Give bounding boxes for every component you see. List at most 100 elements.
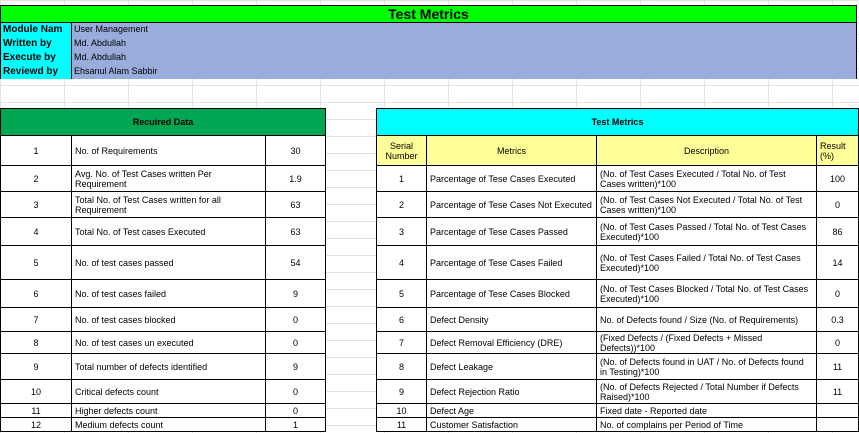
info-row-written-by[interactable]: Written by Md. Abdullah: [0, 37, 857, 51]
cell-metric[interactable]: Defect Leakage: [426, 353, 597, 380]
cell-value[interactable]: 1: [264, 417, 327, 432]
cell-number[interactable]: 1: [0, 135, 72, 166]
table-row: 6 No. of test cases failed 9: [0, 279, 327, 308]
info-row-reviewed-by[interactable]: Reviewd by Ehsanul Alam Sabbir: [0, 65, 857, 79]
cell-number[interactable]: 7: [376, 331, 427, 354]
info-label: Module Nam: [0, 23, 72, 37]
cell-description[interactable]: (No. of Test Cases Not Executed / Total …: [596, 191, 817, 218]
cell-number[interactable]: 8: [0, 331, 72, 354]
cell-number[interactable]: 2: [0, 165, 72, 192]
cell-description[interactable]: (No. of Test Cases Blocked / Total No. o…: [596, 279, 817, 308]
info-label: Written by: [0, 37, 72, 51]
cell-value[interactable]: 0: [264, 307, 327, 332]
cell-number[interactable]: 10: [376, 403, 427, 418]
cell-value[interactable]: 0: [264, 331, 327, 354]
cell-description[interactable]: (No. of Test Cases Executed / Total No. …: [596, 165, 817, 192]
cell-value[interactable]: 0: [264, 379, 327, 404]
cell-metric[interactable]: Parcentage of Tese Cases Passed: [426, 217, 597, 246]
cell-metric[interactable]: Defect Age: [426, 403, 597, 418]
required-data-header[interactable]: Recuired Data: [0, 108, 327, 136]
cell-value[interactable]: 30: [264, 135, 327, 166]
cell-description[interactable]: (Fixed Defects / (Fixed Defects + Missed…: [596, 331, 817, 354]
cell-value[interactable]: 0: [264, 403, 327, 418]
cell-metric[interactable]: Parcentage of Tese Cases Not Executed: [426, 191, 597, 218]
page-title[interactable]: Test Metrics: [0, 5, 857, 23]
cell-number[interactable]: 10: [0, 379, 72, 404]
cell-value[interactable]: 63: [264, 217, 327, 246]
cell-number[interactable]: 5: [0, 245, 72, 280]
cell-number[interactable]: 2: [376, 191, 427, 218]
cell-label[interactable]: No. of test cases un executed: [71, 331, 266, 354]
cell-number[interactable]: 6: [376, 307, 427, 332]
cell-number[interactable]: 4: [0, 217, 72, 246]
cell-metric[interactable]: Defect Removal Efficiency (DRE): [426, 331, 597, 354]
info-row-module[interactable]: Module Nam User Management: [0, 23, 857, 37]
cell-number[interactable]: 6: [0, 279, 72, 308]
cell-label[interactable]: No. of test cases failed: [71, 279, 266, 308]
cell-number[interactable]: 9: [376, 379, 427, 404]
cell-metric[interactable]: Customer Satisfaction: [426, 417, 597, 432]
cell-description[interactable]: (No. of Defects Rejected / Total Number …: [596, 379, 817, 404]
cell-value[interactable]: 1.9: [264, 165, 327, 192]
cell-number[interactable]: 12: [0, 417, 72, 432]
cell-result[interactable]: 0: [815, 191, 859, 218]
cell-metric[interactable]: Parcentage of Tese Cases Executed: [426, 165, 597, 192]
cell-value[interactable]: 54: [264, 245, 327, 280]
cell-description[interactable]: (No. of Defects found in UAT / No. of De…: [596, 353, 817, 380]
cell-metric[interactable]: Parcentage of Tese Cases Failed: [426, 245, 597, 280]
cell-label[interactable]: No. of Requirements: [71, 135, 266, 166]
cell-description[interactable]: No. of complains per Period of Time: [596, 417, 817, 432]
cell-label[interactable]: Higher defects count: [71, 403, 266, 418]
column-header-description[interactable]: Description: [596, 135, 817, 166]
info-value[interactable]: Md. Abdullah: [72, 51, 857, 65]
cell-description[interactable]: Fixed date - Reported date: [596, 403, 817, 418]
cell-metric[interactable]: Parcentage of Tese Cases Blocked: [426, 279, 597, 308]
cell-result[interactable]: [815, 403, 859, 418]
cell-result[interactable]: 100: [815, 165, 859, 192]
table-row: 2 Avg. No. of Test Cases written Per Req…: [0, 165, 327, 192]
info-row-execute-by[interactable]: Execute by Md. Abdullah: [0, 51, 857, 65]
cell-value[interactable]: 9: [264, 279, 327, 308]
cell-result[interactable]: 0: [815, 279, 859, 308]
cell-result[interactable]: 11: [815, 379, 859, 404]
cell-label[interactable]: Total No. of Test Cases written for all …: [71, 191, 266, 218]
cell-result[interactable]: 14: [815, 245, 859, 280]
cell-result[interactable]: 0: [815, 331, 859, 354]
cell-label[interactable]: Critical defects count: [71, 379, 266, 404]
cell-result[interactable]: 11: [815, 353, 859, 380]
cell-description[interactable]: (No. of Test Cases Failed / Total No. of…: [596, 245, 817, 280]
cell-label[interactable]: No. of test cases blocked: [71, 307, 266, 332]
cell-number[interactable]: 3: [376, 217, 427, 246]
cell-label[interactable]: Medium defects count: [71, 417, 266, 432]
cell-value[interactable]: 63: [264, 191, 327, 218]
cell-number[interactable]: 7: [0, 307, 72, 332]
cell-label[interactable]: Total No. of Test cases Executed: [71, 217, 266, 246]
cell-metric[interactable]: Defect Density: [426, 307, 597, 332]
test-metrics-header[interactable]: Test Metrics: [375, 108, 859, 136]
info-value[interactable]: Ehsanul Alam Sabbir: [72, 65, 857, 79]
cell-metric[interactable]: Defect Rejection Ratio: [426, 379, 597, 404]
cell-number[interactable]: 5: [376, 279, 427, 308]
info-value[interactable]: Md. Abdullah: [72, 37, 857, 51]
cell-label[interactable]: Total number of defects identified: [71, 353, 266, 380]
cell-number[interactable]: 11: [376, 417, 427, 432]
cell-number[interactable]: 11: [0, 403, 72, 418]
cell-number[interactable]: 3: [0, 191, 72, 218]
info-value[interactable]: User Management: [72, 23, 857, 37]
cell-description[interactable]: No. of Defects found / Size (No. of Requ…: [596, 307, 817, 332]
column-header-serial[interactable]: Serial Number: [376, 135, 427, 166]
cell-description[interactable]: (No. of Test Cases Passed / Total No. of…: [596, 217, 817, 246]
cell-result[interactable]: 86: [815, 217, 859, 246]
cell-result[interactable]: 0.3: [815, 307, 859, 332]
cell-number[interactable]: 8: [376, 353, 427, 380]
cell-number[interactable]: 4: [376, 245, 427, 280]
cell-label[interactable]: No. of test cases passed: [71, 245, 266, 280]
info-label: Execute by: [0, 51, 72, 65]
cell-value[interactable]: 9: [264, 353, 327, 380]
cell-number[interactable]: 9: [0, 353, 72, 380]
cell-result[interactable]: [815, 417, 859, 432]
cell-label[interactable]: Avg. No. of Test Cases written Per Requi…: [71, 165, 266, 192]
column-header-metrics[interactable]: Metrics: [426, 135, 597, 166]
cell-number[interactable]: 1: [376, 165, 427, 192]
column-header-result[interactable]: Result (%): [815, 135, 859, 166]
